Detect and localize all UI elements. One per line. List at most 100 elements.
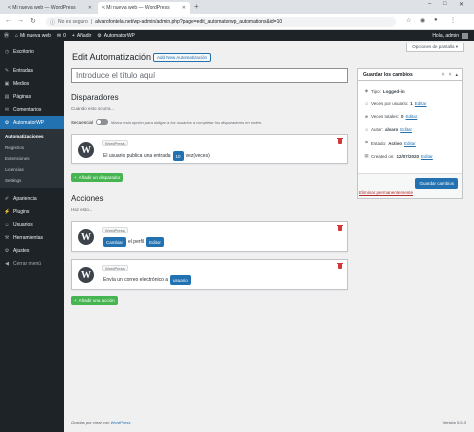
collapse-icon: ◀ xyxy=(5,260,9,267)
menu-icon[interactable]: ⋮ xyxy=(450,17,456,24)
trash-icon[interactable] xyxy=(337,138,343,144)
users-icon: ☺ xyxy=(4,221,10,228)
tools-icon: ⚒ xyxy=(4,234,10,241)
recipient-button[interactable]: usuario xyxy=(170,275,191,285)
submenu-logs[interactable]: Registros xyxy=(0,142,64,153)
actions-description: Haz esto... xyxy=(71,207,93,212)
back-icon[interactable]: ← xyxy=(5,17,12,24)
add-new-automation-button[interactable]: Add New Automatización xyxy=(153,53,212,62)
plus-icon: + xyxy=(74,175,77,180)
submenu-extensions[interactable]: Extensiones xyxy=(0,153,64,164)
sidebar-item-dashboard[interactable]: ◷ Escritorio xyxy=(0,45,64,58)
close-window-button[interactable]: ✕ xyxy=(459,1,464,8)
wordpress-logo-icon: W xyxy=(78,267,94,283)
user-icon: ☺ xyxy=(364,101,369,106)
automator-icon: ⚙ xyxy=(97,32,102,39)
avatar xyxy=(462,32,468,39)
forward-icon[interactable]: → xyxy=(17,17,24,24)
info-icon: ⓘ xyxy=(50,19,56,26)
sidebar-item-tools[interactable]: ⚒ Herramientas xyxy=(0,231,64,244)
meta-row-created: ▦ Created on: 12/07/2020 Editar xyxy=(364,153,433,159)
trash-icon[interactable] xyxy=(337,225,343,231)
new-tab-button[interactable]: + xyxy=(194,2,199,12)
sidebar-item-settings[interactable]: ⚙ Ajustes xyxy=(0,244,64,257)
automatorwp-submenu: Automatizaciones Registros Extensiones L… xyxy=(0,129,64,188)
submenu-automations[interactable]: Automatizaciones xyxy=(0,131,64,142)
chevron-up-icon[interactable]: ˄ xyxy=(442,72,445,78)
integration-label: WordPress xyxy=(102,265,128,271)
extension-icon[interactable]: ◉ xyxy=(420,17,425,24)
screen-options-button[interactable]: Opciones de pantalla ▾ xyxy=(406,43,464,52)
sidebar-item-appearance[interactable]: ✐ Apariencia xyxy=(0,192,64,205)
action-sentence: Cambiar el perfil Editor xyxy=(103,237,164,247)
save-box: Guardar los cambios ˄ ˅ ▴ ◆ Tipo: Logged… xyxy=(357,68,463,199)
brush-icon: ✐ xyxy=(4,195,10,202)
footer-thanks: Gracias por crear con WordPress. xyxy=(71,420,132,425)
action-card-1: W WordPress Cambiar el perfil Editor xyxy=(71,221,348,252)
reload-icon[interactable]: ↻ xyxy=(30,17,36,25)
title-input[interactable]: Introduce el título aquí xyxy=(71,68,348,83)
meta-row-total-times: ☻ Veces totales: 0 Editar xyxy=(364,114,418,119)
trash-icon[interactable] xyxy=(337,263,343,269)
site-name: Mi nueva web xyxy=(20,32,51,39)
sidebar-item-automatorwp[interactable]: ⚙ AutomatorWP xyxy=(0,116,64,129)
wp-logo-icon[interactable]: Ⓦ xyxy=(4,32,9,39)
edit-status-link[interactable]: Editar xyxy=(404,141,416,146)
action-sentence: Envía un correo electrónico a usuario xyxy=(103,275,191,285)
sidebar-item-comments[interactable]: ✉ Comentarios xyxy=(0,103,64,116)
close-icon[interactable]: ✕ xyxy=(88,5,92,11)
save-changes-button[interactable]: Guardar cambios xyxy=(415,178,458,189)
sequential-row: Secuencial Marca esta opción para obliga… xyxy=(71,119,262,125)
wordpress-logo-icon: W xyxy=(78,229,94,245)
triggers-description: Cuando esto ocurra... xyxy=(71,106,115,111)
browser-tabbar: < Mi nueva web — WordPress ✕ < Mi nueva … xyxy=(0,0,474,14)
browser-tab-1[interactable]: < Mi nueva web — WordPress ✕ xyxy=(4,2,96,14)
users-icon: ☻ xyxy=(364,114,369,119)
edit-created-link[interactable]: Editar xyxy=(421,154,433,159)
sidebar-item-posts[interactable]: ✎ Entradas xyxy=(0,64,64,77)
add-new-link[interactable]: + Añadir xyxy=(72,33,91,39)
collapse-menu-button[interactable]: ◀ Cerrar menú xyxy=(0,257,64,270)
automatorwp-link[interactable]: ⚙ AutomatorWP xyxy=(97,33,135,39)
minimize-button[interactable]: – xyxy=(428,1,431,7)
chevron-down-icon[interactable]: ˅ xyxy=(449,72,452,78)
sidebar-item-pages[interactable]: ▤ Páginas xyxy=(0,90,64,103)
sequential-toggle[interactable] xyxy=(96,119,109,125)
site-name-link[interactable]: ⌂ Mi nueva web xyxy=(15,33,51,39)
page-icon: ▤ xyxy=(4,93,10,100)
sidebar-item-plugins[interactable]: ⚡ Plugins xyxy=(0,205,64,218)
wordpress-link[interactable]: WordPress. xyxy=(111,420,132,425)
admin-sidebar: ◷ Escritorio ✎ Entradas ▣ Medios ▤ Págin… xyxy=(0,41,64,432)
browser-tab-2[interactable]: < Mi nueva web — WordPress ✕ xyxy=(98,2,190,14)
add-action-button[interactable]: + Añadir una acción xyxy=(71,296,118,305)
footer-version: Versión 5.5.3 xyxy=(442,420,466,425)
plugin-label: AutomatorWP xyxy=(103,32,135,39)
collapse-triangle-icon[interactable]: ▴ xyxy=(455,72,458,78)
calendar-icon: ▦ xyxy=(364,153,369,158)
meta-row-author: ☺ Autor: alvaro Editar xyxy=(364,127,413,132)
role-button[interactable]: Editor xyxy=(146,237,164,247)
profile-icon[interactable]: ● xyxy=(434,17,438,23)
add-trigger-button[interactable]: + Añadir un disparador xyxy=(71,173,124,182)
sidebar-item-users[interactable]: ☺ Usuarios xyxy=(0,218,64,231)
edit-author-link[interactable]: Editar xyxy=(400,127,412,132)
edit-total-times-link[interactable]: Editar xyxy=(406,114,418,119)
delete-permanently-link[interactable]: Eliminar permanentemente xyxy=(359,190,413,195)
plus-icon: + xyxy=(71,32,75,39)
submenu-licenses[interactable]: Licencias xyxy=(0,164,64,175)
submenu-settings[interactable]: Settings xyxy=(0,175,64,186)
close-icon[interactable]: ✕ xyxy=(182,5,186,11)
times-value-button[interactable]: 10 xyxy=(172,151,184,161)
change-button[interactable]: Cambiar xyxy=(103,237,127,247)
meta-row-type: ◆ Tipo: Logged-in xyxy=(364,88,405,94)
sequential-label: Secuencial xyxy=(71,119,94,125)
edit-times-per-user-link[interactable]: Editar xyxy=(415,101,427,106)
pin-icon: ✎ xyxy=(4,67,10,74)
address-bar[interactable]: ⓘ No es seguro | alvarofontela.net/wp-ad… xyxy=(46,17,396,27)
tag-icon: ◆ xyxy=(364,88,369,93)
sidebar-item-media[interactable]: ▣ Medios xyxy=(0,77,64,90)
account-menu[interactable]: Hola, admin xyxy=(432,32,468,39)
maximize-button[interactable]: □ xyxy=(443,1,447,7)
star-icon[interactable]: ☆ xyxy=(406,17,411,24)
comments-link[interactable]: ✉ 0 xyxy=(57,33,66,39)
